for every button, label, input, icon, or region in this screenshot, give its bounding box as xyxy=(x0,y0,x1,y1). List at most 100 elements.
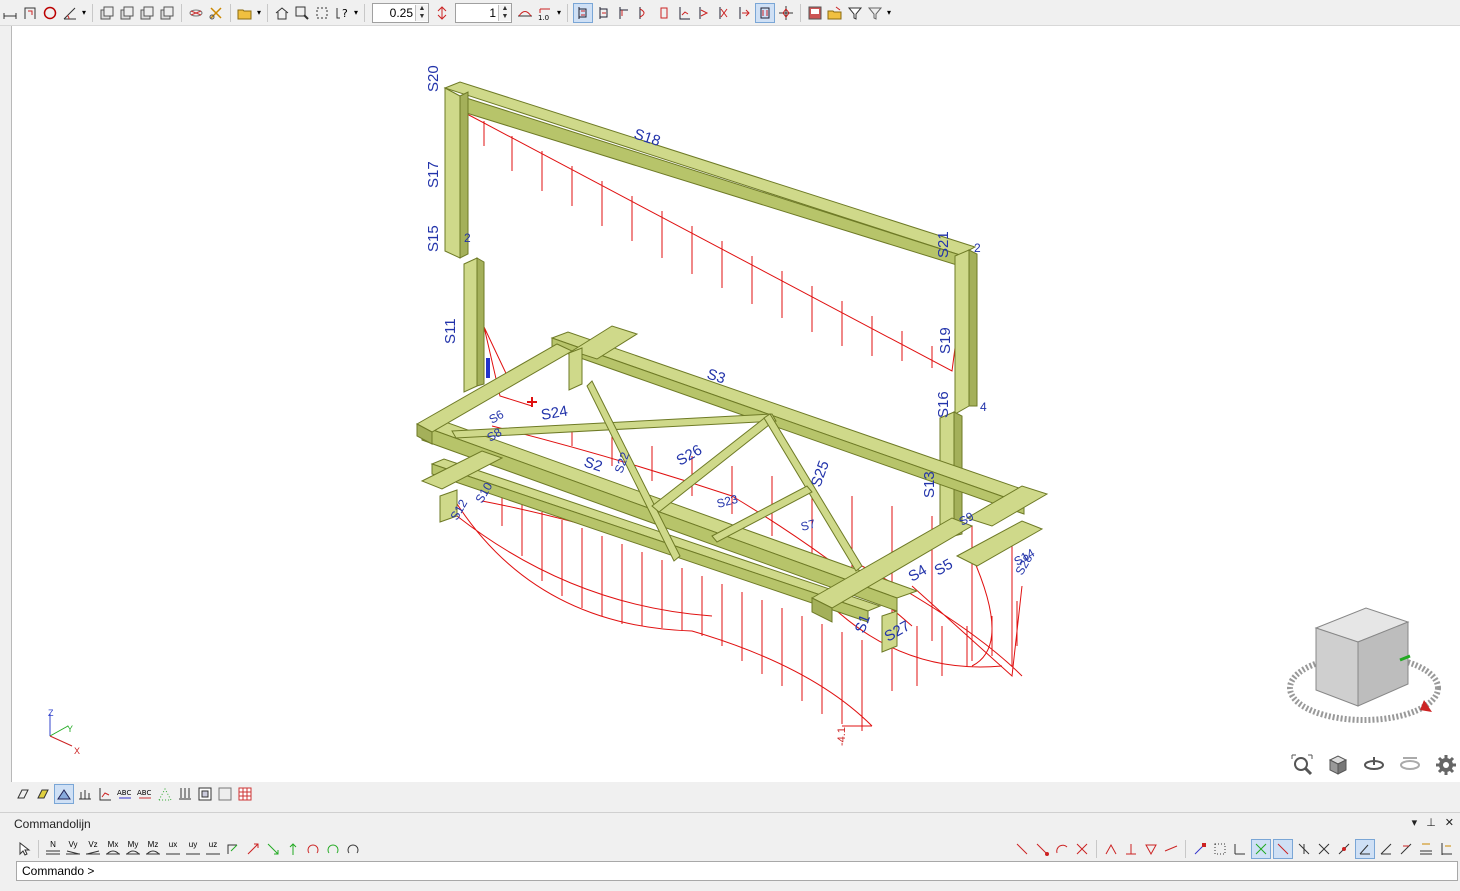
copy-layer-icon[interactable] xyxy=(98,4,116,22)
snap-end-icon[interactable] xyxy=(1033,840,1051,858)
panel-menu-icon[interactable]: ▾ xyxy=(1412,816,1418,829)
support-reaction-icon[interactable] xyxy=(224,840,242,858)
zoom-extents-icon[interactable] xyxy=(1289,752,1315,778)
result-n-button[interactable]: N xyxy=(44,840,62,858)
arrow-scale-icon[interactable] xyxy=(433,4,451,22)
section-view-icon[interactable] xyxy=(54,784,74,804)
result-ux-button[interactable]: ux xyxy=(164,840,182,858)
member-s26-brace[interactable] xyxy=(651,415,775,513)
close-icon[interactable]: ✕ xyxy=(1445,816,1454,829)
snap-center-icon[interactable] xyxy=(1295,840,1313,858)
dimension-icon[interactable] xyxy=(1,4,19,22)
snap-triangle-icon[interactable] xyxy=(1142,840,1160,858)
model-canvas[interactable]: S20 S18 S17 S15 S21 S11 S19 S3 S16 S24 S… xyxy=(12,26,1460,782)
model-viewport[interactable]: S20 S18 S17 S15 S21 S11 S19 S3 S16 S24 S… xyxy=(11,26,1460,782)
scale-spinner-arrows[interactable]: ▲ ▼ xyxy=(415,4,428,21)
count-spinner-arrows[interactable]: ▲ ▼ xyxy=(498,4,511,21)
result-diagram-2-icon[interactable] xyxy=(595,4,613,22)
snap-arc-icon[interactable] xyxy=(1053,840,1071,858)
reaction-vertical-icon[interactable] xyxy=(284,840,302,858)
layers-2-icon[interactable] xyxy=(216,785,234,803)
diagram-toggle-icon[interactable] xyxy=(96,785,114,803)
labels-abc-icon[interactable]: ABC xyxy=(116,785,134,803)
member-s19-column[interactable] xyxy=(954,249,970,415)
dropdown-arrow-icon[interactable]: ▾ xyxy=(556,3,562,23)
copy-layer-3-icon[interactable] xyxy=(138,4,156,22)
3d-view-icon[interactable] xyxy=(1325,752,1351,778)
result-diagram-active-icon[interactable] xyxy=(573,2,593,23)
circle-icon[interactable] xyxy=(41,4,59,22)
orbit-view-icon[interactable] xyxy=(1397,752,1423,778)
dropdown-arrow-icon[interactable]: ▾ xyxy=(81,3,87,23)
result-uz-button[interactable]: uz xyxy=(204,840,222,858)
rotate-view-icon[interactable] xyxy=(1361,752,1387,778)
command-input[interactable] xyxy=(97,862,1457,880)
pin-icon[interactable]: ⊥ xyxy=(1426,816,1436,829)
snap-ortho-icon[interactable] xyxy=(1231,840,1249,858)
count-spinner[interactable]: ▲▼ xyxy=(455,2,512,23)
snap-angle-icon[interactable] xyxy=(1355,839,1375,859)
result-diagram-10-icon[interactable] xyxy=(755,2,775,23)
copy-layer-2-icon[interactable] xyxy=(118,4,136,22)
snap-perp-icon[interactable] xyxy=(1122,840,1140,858)
loads-icon[interactable] xyxy=(76,785,94,803)
result-diagram-6-icon[interactable] xyxy=(675,4,693,22)
snap-node-icon[interactable] xyxy=(1191,840,1209,858)
snap-level-icon[interactable] xyxy=(1417,840,1435,858)
reaction-force-icon[interactable] xyxy=(244,840,262,858)
rotation-icon[interactable] xyxy=(304,840,322,858)
member-s18-top[interactable] xyxy=(443,81,977,256)
result-vz-button[interactable]: Vz xyxy=(84,840,102,858)
solid-render-icon[interactable] xyxy=(34,785,52,803)
result-diagram-7-icon[interactable] xyxy=(695,4,713,22)
reaction-2-icon[interactable] xyxy=(264,840,282,858)
display-settings-icon[interactable] xyxy=(806,4,824,22)
load-folder-icon[interactable] xyxy=(826,4,844,22)
snap-grid-icon[interactable] xyxy=(1211,840,1229,858)
home-view-icon[interactable] xyxy=(273,4,291,22)
result-mx-button[interactable]: Mx xyxy=(104,840,122,858)
scale-input[interactable] xyxy=(373,4,415,21)
result-vy-button[interactable]: Vy xyxy=(64,840,82,858)
scale-factor-icon[interactable]: 1.0 xyxy=(536,4,554,22)
snap-diagonal-icon[interactable] xyxy=(1335,840,1353,858)
result-diagram-8-icon[interactable] xyxy=(715,4,733,22)
snap-active-2-icon[interactable] xyxy=(1273,839,1293,859)
snap-cross-icon[interactable] xyxy=(1315,840,1333,858)
angle-icon[interactable] xyxy=(61,4,79,22)
result-diagram-5-icon[interactable] xyxy=(655,4,673,22)
grid-points-icon[interactable] xyxy=(156,785,174,803)
snap-tangent-icon[interactable] xyxy=(1162,840,1180,858)
supports-icon[interactable] xyxy=(176,785,194,803)
result-diagram-3-icon[interactable] xyxy=(615,4,633,22)
dropdown-arrow-icon[interactable]: ▾ xyxy=(353,3,359,23)
snap-track-icon[interactable] xyxy=(1397,840,1415,858)
result-my-button[interactable]: My xyxy=(124,840,142,858)
member-s11-column[interactable] xyxy=(463,257,478,393)
result-diagram-4-icon[interactable] xyxy=(635,4,653,22)
target-icon[interactable] xyxy=(777,4,795,22)
result-uy-button[interactable]: uy xyxy=(184,840,202,858)
table-grid-icon[interactable] xyxy=(236,785,254,803)
navigation-cube[interactable] xyxy=(1284,602,1444,732)
wireframe-icon[interactable] xyxy=(14,785,32,803)
rotation-2-icon[interactable] xyxy=(324,840,342,858)
grid-select-icon[interactable] xyxy=(313,4,331,22)
scissors-icon[interactable] xyxy=(207,4,225,22)
filter-2-icon[interactable] xyxy=(866,4,884,22)
snap-line-icon[interactable] xyxy=(1013,840,1031,858)
count-input[interactable] xyxy=(456,4,498,21)
settings-gear-icon[interactable] xyxy=(1433,752,1459,778)
deformation-icon[interactable] xyxy=(516,4,534,22)
labels-abc-2-icon[interactable]: ABC xyxy=(136,785,154,803)
open-folder-icon[interactable] xyxy=(236,4,254,22)
zoom-window-icon[interactable] xyxy=(293,4,311,22)
mesh-icon[interactable] xyxy=(187,4,205,22)
snap-height-icon[interactable] xyxy=(1437,840,1455,858)
query-icon[interactable]: ? xyxy=(333,4,351,22)
layers-icon[interactable] xyxy=(196,785,214,803)
result-mz-button[interactable]: Mz xyxy=(144,840,162,858)
command-input-box[interactable]: Commando > xyxy=(16,861,1458,881)
copy-layer-4-icon[interactable] xyxy=(158,4,176,22)
snap-mid-icon[interactable] xyxy=(1102,840,1120,858)
